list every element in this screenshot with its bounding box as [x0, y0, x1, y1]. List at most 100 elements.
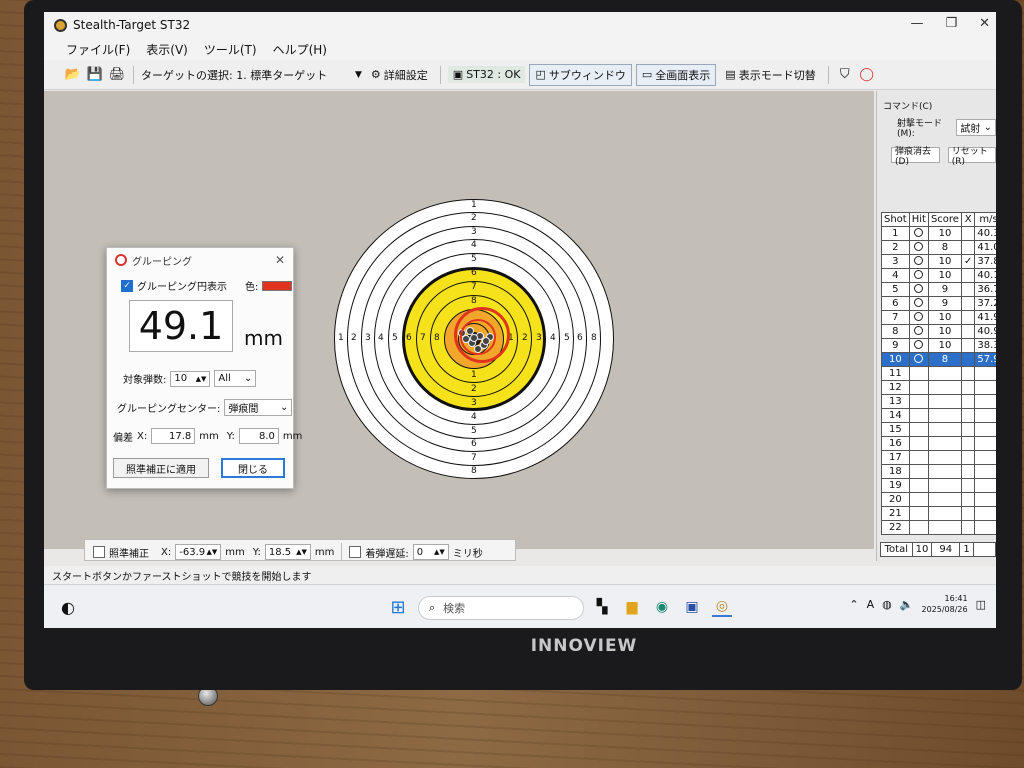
table-row[interactable]: 9 10 38.3: [881, 338, 996, 353]
aim-x-unit: mm: [225, 546, 245, 558]
widgets-icon[interactable]: ◐: [58, 597, 78, 617]
table-row[interactable]: 2 8 41.0: [881, 240, 996, 255]
fullscreen-label: 全画面表示: [655, 68, 711, 82]
aim-y-stepper[interactable]: 18.5 ▲▼: [264, 544, 311, 560]
menu-bar: ファイル(F) 表示(V) ツール(T) ヘルプ(H): [44, 38, 996, 60]
open-folder-icon[interactable]: 📂: [64, 66, 82, 84]
dropdown-arrow-icon[interactable]: ▼: [355, 70, 362, 80]
edge-browser-icon[interactable]: ◉: [652, 597, 672, 617]
volume-icon[interactable]: 🔈: [900, 598, 914, 611]
taskbar-search[interactable]: ⌕ 検索: [418, 596, 584, 620]
ring-number: 5: [471, 426, 477, 436]
stepper-arrows-icon[interactable]: ▲▼: [434, 548, 445, 556]
shot-number: 15: [881, 422, 910, 437]
ring-number: 7: [471, 453, 477, 463]
table-row[interactable]: 18: [881, 464, 996, 479]
hit-cell: [908, 366, 929, 381]
total-row: Total 10 94 1: [880, 542, 996, 557]
impact-delay-stepper[interactable]: 0 ▲▼: [412, 544, 449, 560]
deviation-label: 偏差: [113, 432, 133, 444]
table-row[interactable]: 15: [881, 422, 996, 437]
table-row[interactable]: 21: [881, 506, 996, 521]
file-explorer-icon[interactable]: ▆: [622, 597, 642, 617]
clock[interactable]: 16:41 2025/08/26: [921, 593, 967, 615]
table-row[interactable]: 3 10✓37.8: [881, 254, 996, 269]
shield-icon[interactable]: ⛉: [836, 66, 854, 84]
stepper-arrows-icon[interactable]: ▲▼: [196, 375, 207, 383]
target-circle-icon[interactable]: ◯: [858, 66, 876, 84]
color-swatch[interactable]: [262, 280, 293, 291]
apply-correction-button[interactable]: 照準補正に適用: [113, 458, 209, 478]
reset-button[interactable]: リセット(R): [947, 147, 996, 167]
table-row[interactable]: 14: [881, 408, 996, 423]
dialog-close-button[interactable]: 閉じる: [221, 458, 285, 478]
task-view-icon[interactable]: ▚: [592, 597, 612, 617]
target-select-dropdown[interactable]: ターゲットの選択: 1. 標準ターゲット: [141, 67, 351, 83]
table-row[interactable]: 7 10 41.9: [881, 310, 996, 325]
minimize-button[interactable]: —: [910, 16, 923, 31]
show-circle-checkbox[interactable]: ✓: [121, 279, 133, 292]
fire-mode-dropdown[interactable]: 試射 ⌄: [956, 119, 996, 136]
speed-cell: 41.0: [974, 240, 996, 255]
aim-correction-checkbox[interactable]: [93, 546, 105, 558]
store-icon[interactable]: ▣: [682, 597, 702, 617]
table-row[interactable]: 10 8 57.9: [881, 352, 996, 367]
display-mode-button[interactable]: ▤ 表示モード切替: [720, 65, 820, 85]
speed-cell: [974, 520, 996, 535]
speed-cell: [974, 478, 996, 493]
stepper-arrows-icon[interactable]: ▲▼: [296, 548, 307, 556]
table-row[interactable]: 12: [881, 380, 996, 395]
sub-window-button[interactable]: ◰ サブウィンドウ: [529, 63, 632, 86]
chevron-down-icon: ⌄: [279, 402, 289, 413]
impact-delay-unit: ミリ秒: [452, 548, 483, 560]
table-row[interactable]: 22: [881, 520, 996, 535]
menu-file[interactable]: ファイル(F): [66, 41, 130, 58]
table-row[interactable]: 17: [881, 450, 996, 465]
table-row[interactable]: 11: [881, 366, 996, 381]
score-cell: 10: [927, 338, 962, 353]
aim-correction-row: 照準補正 X: -63.9 ▲▼ mm Y: 18.5 ▲▼ mm 着弾遅延: 0 ▲…: [93, 543, 483, 561]
fullscreen-button[interactable]: ▭ 全画面表示: [635, 63, 717, 86]
print-icon[interactable]: 🖨: [108, 66, 126, 84]
impact-delay-checkbox[interactable]: [349, 546, 362, 558]
aim-x-stepper[interactable]: -63.9 ▲▼: [175, 544, 222, 560]
ime-indicator[interactable]: A: [867, 598, 875, 611]
table-row[interactable]: 16: [881, 436, 996, 451]
st32-status-label: ST32 : OK: [466, 68, 521, 81]
stealth-target-app-icon[interactable]: ◎: [712, 597, 732, 617]
speed-cell: [974, 492, 996, 507]
table-row[interactable]: 1 10 40.3: [881, 226, 996, 241]
menu-view[interactable]: 表示(V): [146, 41, 188, 58]
chevron-up-icon[interactable]: ⌃: [849, 598, 858, 611]
hit-circle-icon: [914, 353, 924, 363]
target-shots-stepper[interactable]: 10 ▲▼: [170, 370, 211, 387]
maximize-button[interactable]: ❐: [945, 16, 957, 31]
taskbar: ◐ ⊞ ⌕ 検索 ▚ ▆ ◉ ▣ ◎ ⌃ A ◍ 🔈 16:41 2025/08…: [44, 584, 996, 628]
table-row[interactable]: 4 10 40.1: [881, 268, 996, 283]
hit-circle-icon: [914, 255, 924, 265]
stepper-arrows-icon[interactable]: ▲▼: [206, 548, 217, 556]
target-shots-filter[interactable]: All ⌄: [214, 370, 257, 387]
aim-x-value: -63.9: [179, 546, 206, 558]
speed-cell: [974, 380, 996, 395]
table-row[interactable]: 19: [881, 478, 996, 493]
dialog-close-icon[interactable]: ✕: [275, 253, 285, 267]
notification-icon[interactable]: ◫: [976, 598, 986, 611]
hit-cell: [908, 296, 929, 311]
clear-marks-button[interactable]: 弾痕消去(D): [891, 147, 940, 167]
table-row[interactable]: 5 9 36.7: [881, 282, 996, 297]
close-button[interactable]: ✕: [979, 16, 990, 31]
center-dropdown[interactable]: 弾痕間 ⌄: [224, 399, 293, 416]
table-row[interactable]: 6 9 37.2: [881, 296, 996, 311]
menu-help[interactable]: ヘルプ(H): [273, 41, 327, 58]
table-row[interactable]: 20: [881, 492, 996, 507]
table-row[interactable]: 8 10 40.9: [881, 324, 996, 339]
start-windows-icon[interactable]: ⊞: [388, 597, 408, 618]
shot-number: 8: [881, 324, 910, 339]
command-label: コマンド(C): [883, 102, 933, 112]
network-icon[interactable]: ◍: [882, 598, 892, 611]
table-row[interactable]: 13: [881, 394, 996, 409]
detail-settings-button[interactable]: ⚙ 詳細設定: [366, 65, 433, 85]
menu-tools[interactable]: ツール(T): [204, 41, 257, 58]
save-icon[interactable]: 💾: [86, 66, 104, 84]
